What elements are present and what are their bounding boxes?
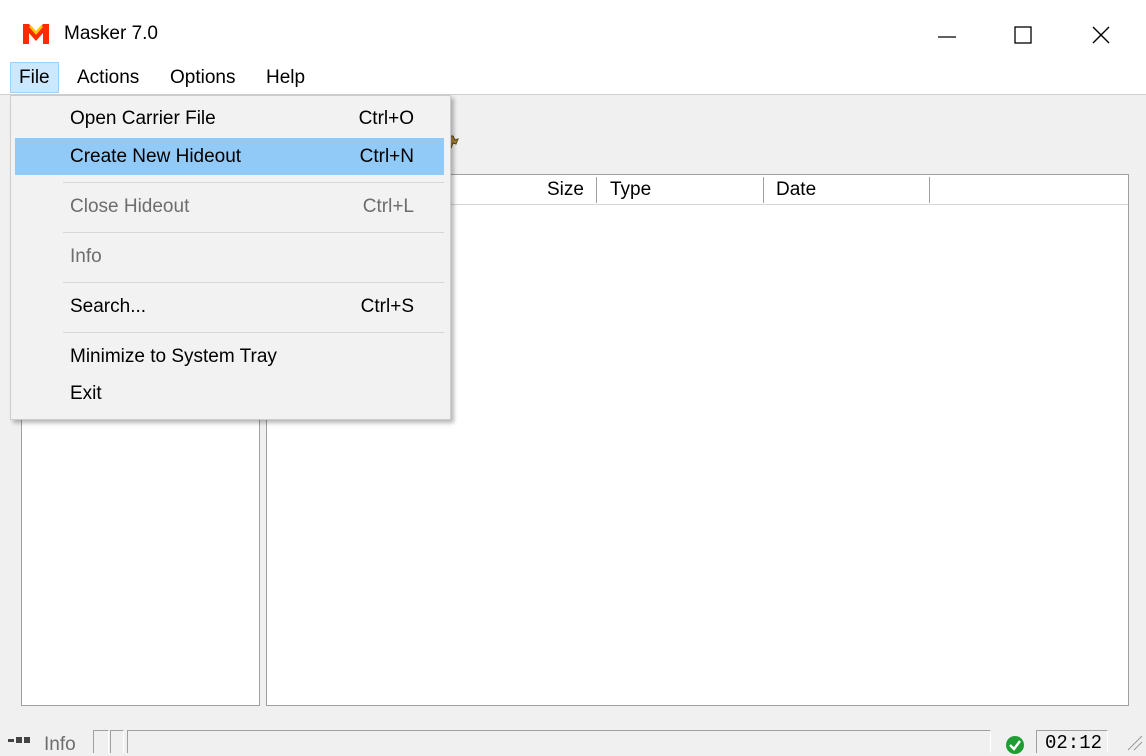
status-panel [93, 730, 109, 753]
menu-separator [63, 232, 444, 233]
menu-item-open-carrier-file[interactable]: Open Carrier File Ctrl+O [15, 100, 444, 137]
menu-options[interactable]: Options [162, 62, 243, 93]
column-date[interactable]: Date [776, 175, 816, 205]
resize-grip-icon[interactable] [1124, 734, 1144, 752]
menu-item-shortcut: Ctrl+O [358, 108, 414, 129]
menu-item-minimize-to-tray[interactable]: Minimize to System Tray [15, 338, 444, 375]
column-type[interactable]: Type [610, 175, 651, 205]
menu-item-label: Info [70, 246, 102, 267]
menu-bar: File Actions Options Help [0, 62, 1146, 94]
minimize-icon [938, 36, 956, 38]
menu-item-label: Close Hideout [70, 196, 190, 217]
menu-item-shortcut: Ctrl+S [360, 296, 414, 317]
column-separator[interactable] [596, 177, 598, 203]
close-button[interactable] [1066, 10, 1136, 60]
menu-file[interactable]: File [10, 62, 59, 93]
menu-item-close-hideout[interactable]: Close Hideout Ctrl+L [15, 188, 444, 225]
status-panel [110, 730, 124, 753]
menu-separator [63, 182, 444, 183]
column-size[interactable]: Size [547, 175, 584, 205]
menu-item-shortcut: Ctrl+L [362, 196, 414, 217]
minimize-button[interactable] [912, 10, 982, 60]
status-time-panel: 02:12 [1036, 730, 1108, 754]
masker-logo-icon [23, 24, 49, 44]
menu-item-exit[interactable]: Exit [15, 375, 444, 412]
status-bar: Info 02:12 [0, 722, 1146, 755]
window-title: Masker 7.0 [64, 23, 158, 44]
menu-item-shortcut: Ctrl+N [359, 146, 414, 167]
menu-help[interactable]: Help [258, 62, 313, 93]
maximize-button[interactable] [988, 10, 1058, 60]
info-icon [8, 737, 30, 743]
title-bar[interactable]: Masker 7.0 [0, 0, 1146, 62]
check-icon [1006, 736, 1024, 754]
status-time: 02:12 [1045, 732, 1103, 754]
menu-item-label: Exit [70, 383, 102, 404]
menu-item-search[interactable]: Search... Ctrl+S [15, 288, 444, 325]
column-separator[interactable] [763, 177, 765, 203]
menu-item-label: Open Carrier File [70, 108, 216, 129]
menu-separator [63, 332, 444, 333]
menu-item-label: Create New Hideout [70, 146, 242, 167]
close-icon [1092, 26, 1110, 44]
maximize-icon [1014, 26, 1032, 44]
menu-item-label: Search... [70, 296, 147, 317]
menu-item-label: Minimize to System Tray [70, 346, 277, 367]
menu-item-create-new-hideout[interactable]: Create New Hideout Ctrl+N [15, 138, 444, 175]
menu-actions[interactable]: Actions [69, 62, 147, 93]
menu-item-info[interactable]: Info [15, 238, 444, 275]
column-separator[interactable] [929, 177, 931, 203]
menu-separator [63, 282, 444, 283]
status-message-panel [127, 730, 991, 753]
file-menu-dropdown: Open Carrier File Ctrl+O Create New Hide… [10, 95, 451, 420]
